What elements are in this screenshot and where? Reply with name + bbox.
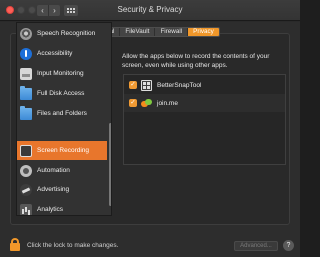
screen-recording-description: Allow the apps below to record the conte… [122, 53, 270, 69]
screen-icon [20, 144, 32, 157]
sidebar-item-full-disk-access[interactable]: Full Disk Access [17, 84, 107, 103]
sidebar-item-label: Automation [37, 167, 70, 174]
sidebar-item-label: Analytics [37, 206, 64, 213]
tab-firewall[interactable]: Firewall [154, 28, 187, 36]
sidebar-item-files-and-folders[interactable]: Files and Folders [17, 104, 107, 123]
bettersnaptool-checkbox[interactable]: ✓ [129, 81, 137, 89]
app-name: join.me [157, 99, 178, 107]
sidebar-scrollbar[interactable] [107, 23, 111, 215]
joinme-checkbox[interactable]: ✓ [129, 99, 137, 107]
app-row-bettersnaptool[interactable]: ✓ BetterSnapTool [124, 76, 285, 94]
sidebar-item-speech-recognition[interactable]: Speech Recognition [17, 24, 107, 43]
microphone-icon [20, 27, 32, 40]
folder-icon [20, 105, 32, 120]
sidebar-item-label: Full Disk Access [37, 90, 85, 97]
app-name: BetterSnapTool [157, 81, 202, 89]
sidebar-item-label: Accessibility [37, 50, 73, 57]
app-row-joinme[interactable]: ✓ join.me [124, 94, 285, 112]
folder-icon [20, 85, 32, 100]
footer-bar: Click the lock to make changes. Advanced… [0, 230, 300, 257]
bettersnaptool-icon [141, 79, 152, 91]
chart-icon [20, 203, 32, 215]
privacy-category-list: Speech Recognition Accessibility Input M… [16, 22, 112, 216]
screen-recording-app-list: ✓ BetterSnapTool ✓ join.me [123, 74, 286, 165]
sidebar-item-label: Screen Recording [37, 147, 90, 154]
advanced-button[interactable]: Advanced... [234, 241, 278, 251]
sidebar-item-label: Advertising [37, 186, 70, 193]
sidebar-item-advertising[interactable]: Advertising [17, 180, 107, 199]
accessibility-icon [20, 47, 32, 60]
scrollbar-thumb[interactable] [109, 123, 111, 206]
sidebar-item-automation[interactable]: Automation [17, 161, 107, 180]
megaphone-icon [20, 183, 32, 196]
sidebar-item-analytics[interactable]: Analytics [17, 200, 107, 215]
window-title: Security & Privacy [117, 5, 183, 14]
sidebar-item-label: Speech Recognition [37, 30, 96, 37]
joinme-icon [141, 98, 152, 109]
gear-icon [20, 164, 32, 177]
lock-icon[interactable] [10, 238, 20, 251]
tab-filevault[interactable]: FileVault [119, 28, 154, 36]
sidebar-item-label: Files and Folders [37, 110, 87, 117]
title-bar: ‹ › Security & Privacy [0, 0, 300, 21]
sidebar-item-label: Input Monitoring [37, 70, 84, 77]
tab-privacy[interactable]: Privacy [187, 28, 219, 36]
keyboard-icon [20, 67, 32, 80]
sidebar-item-screen-recording[interactable]: Screen Recording [17, 141, 107, 160]
help-button[interactable]: ? [283, 240, 294, 251]
sidebar-item-input-monitoring[interactable]: Input Monitoring [17, 64, 107, 83]
lock-instructions: Click the lock to make changes. [27, 242, 119, 249]
sidebar-item-accessibility[interactable]: Accessibility [17, 44, 107, 63]
security-privacy-window: ‹ › Security & Privacy General FileVault… [0, 0, 300, 257]
